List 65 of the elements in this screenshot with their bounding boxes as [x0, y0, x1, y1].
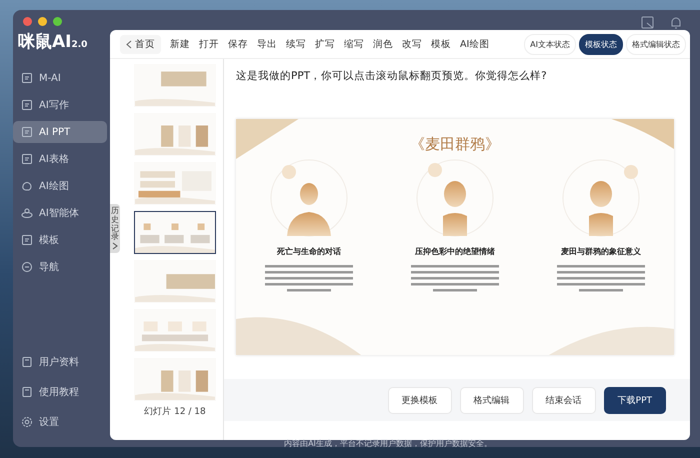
slide-counter: 幻灯片 12 / 18 [143, 406, 207, 418]
mode-tab[interactable]: 格式编辑状态 [626, 34, 686, 54]
slide-thumbnail[interactable] [134, 211, 216, 254]
slide-title: 《麦田群鸦》 [410, 135, 500, 154]
slide-column-heading: 压抑色彩中的绝望情绪 [415, 246, 495, 257]
sidebar-item[interactable]: 使用教程 [13, 381, 107, 403]
slide-column-heading: 麦田与群鸦的象征意义 [561, 246, 641, 257]
toolbar-button[interactable]: AI绘图 [456, 34, 494, 54]
slide-thumbnail[interactable] [134, 358, 216, 401]
toolbar-button[interactable]: 保存 [224, 34, 252, 54]
toolbar-button[interactable]: 导出 [253, 34, 281, 54]
close-window-button[interactable] [23, 17, 32, 26]
toolbar-button[interactable]: 扩写 [311, 34, 339, 54]
app-logo: 咪鼠AI [18, 31, 72, 53]
document-icon [21, 72, 33, 84]
toolbar-button[interactable]: 缩写 [340, 34, 368, 54]
sidebar-item[interactable]: M-AI [13, 67, 107, 89]
sidebar-item[interactable]: AI写作 [13, 94, 107, 116]
robot-icon [21, 207, 33, 219]
action-button[interactable]: 结束会话 [532, 386, 596, 414]
slide-thumbnail[interactable] [134, 64, 216, 107]
sidebar-item[interactable]: 模板 [13, 229, 107, 251]
slide-column-heading: 死亡与生命的对话 [277, 246, 341, 257]
sidebar-item[interactable]: AI PPT [13, 121, 107, 143]
footer-note: 内容由AI生成，平台不记录用户数据，保护用户数据安全。 [283, 438, 493, 449]
sidebar-item[interactable]: AI智能体 [13, 202, 107, 224]
document-icon [21, 153, 33, 165]
chevron-left-icon [126, 40, 132, 48]
minimize-window-button[interactable] [38, 17, 47, 26]
toolbar-button[interactable]: 改写 [398, 34, 426, 54]
feedback-icon[interactable] [641, 16, 655, 30]
slide-thumbnail[interactable] [134, 309, 216, 352]
sidebar-item[interactable]: AI绘图 [13, 175, 107, 197]
home-button[interactable]: 首页 [120, 34, 161, 54]
mode-tab[interactable]: AI文本状态 [524, 34, 576, 54]
document-icon [21, 234, 33, 246]
zoom-window-button[interactable] [53, 17, 62, 26]
slide-thumbnail[interactable] [134, 260, 216, 303]
history-tab[interactable]: 历史记录 [110, 204, 120, 254]
action-button[interactable]: 下载PPT [604, 386, 666, 414]
sidebar-item[interactable]: 设置 [13, 411, 107, 433]
document-icon [21, 356, 33, 368]
settings-icon [21, 416, 33, 428]
bell-icon[interactable] [669, 16, 683, 30]
slide-thumbnail[interactable] [134, 162, 216, 205]
mode-tab[interactable]: 模板状态 [579, 34, 623, 54]
sidebar-item[interactable]: AI表格 [13, 148, 107, 170]
slide-thumbnail[interactable] [134, 113, 216, 156]
action-button[interactable]: 更换模板 [388, 386, 452, 414]
toolbar-button[interactable]: 新建 [166, 34, 194, 54]
action-button[interactable]: 格式编辑 [460, 386, 524, 414]
document-icon [21, 99, 33, 111]
marble-streak [611, 119, 674, 149]
chevron-right-icon [112, 242, 118, 250]
chat-message: 这是我做的PPT，你可以点击滚动鼠标翻页预览。你觉得怎么样? [236, 69, 548, 83]
document-icon [21, 126, 33, 138]
version-label: 2.0 [71, 40, 88, 50]
toolbar-button[interactable]: 续写 [282, 34, 310, 54]
toolbar-button[interactable]: 润色 [369, 34, 397, 54]
toolbar-button[interactable]: 模板 [427, 34, 455, 54]
sidebar-item[interactable]: 用户资料 [13, 351, 107, 373]
toolbar-button[interactable]: 打开 [195, 34, 223, 54]
document-icon [21, 386, 33, 398]
marble-streak [236, 119, 299, 159]
sidebar-item[interactable]: 导航 [13, 256, 107, 278]
